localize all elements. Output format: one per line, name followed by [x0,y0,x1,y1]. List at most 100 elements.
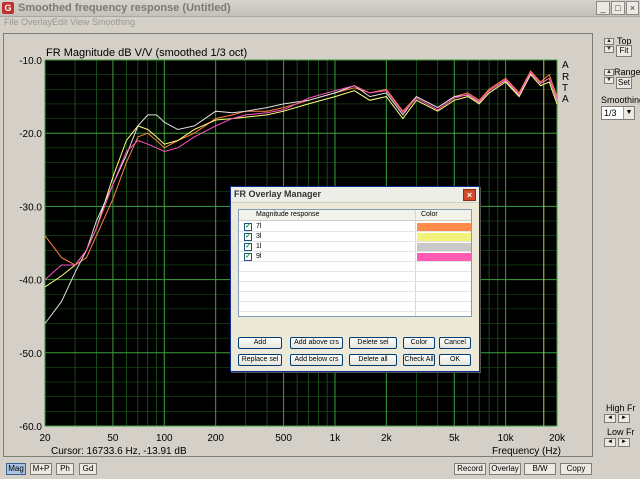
add-above-cursor-button[interactable]: Add above crs [290,337,343,349]
add-below-cursor-button[interactable]: Add below crs [290,354,343,366]
x-tick-label: 20 [39,433,51,444]
overlay-checkbox[interactable]: ✓ [244,253,252,261]
color-button[interactable]: Color [403,337,435,349]
smoothing-label: Smoothing [601,95,640,105]
phase-button[interactable]: Ph [56,463,74,475]
list-item [239,272,471,282]
minimize-button[interactable]: _ [596,1,610,15]
range-down-spinner[interactable]: ▼ [604,77,614,84]
delete-selected-button[interactable]: Delete sel [349,337,397,349]
top-down-spinner[interactable]: ▼ [604,46,614,53]
x-tick-label: 1k [330,433,342,444]
dialog-close-button[interactable]: × [463,189,476,201]
low-fr-label: Low Fr [607,427,635,437]
smoothing-value: 1/3 [604,108,617,118]
menu-smoothing[interactable]: Smoothing [92,17,135,27]
check-all-button[interactable]: Check All [403,354,435,366]
overlay-checkbox[interactable]: ✓ [244,233,252,241]
arta-letter: R [562,72,569,83]
y-tick-label: -10.0 [19,56,42,67]
arta-letter: A [562,60,569,71]
list-item [239,292,471,302]
mag-button[interactable]: Mag [6,463,26,475]
top-up-spinner[interactable]: ▲ [604,38,614,45]
color-swatch[interactable] [417,253,471,261]
group-delay-button[interactable]: Gd [79,463,97,475]
y-tick-label: -30.0 [19,202,42,213]
range-up-spinner[interactable]: ▲ [604,69,614,76]
x-tick-label: 5k [449,433,461,444]
menu-view[interactable]: View [70,17,89,27]
x-tick-label: 20k [549,433,566,444]
list-item [239,302,471,312]
x-tick-label: 2k [381,433,393,444]
column-header-magnitude[interactable]: Magnitude response [256,211,319,218]
list-item[interactable]: ✓ 9l [239,252,471,262]
window-title: Smoothed frequency response (Untitled) [18,2,231,14]
app-window: G Smoothed frequency response (Untitled)… [0,0,640,479]
list-item [239,262,471,272]
list-header: Magnitude response Color [239,210,471,221]
cursor-readout: Cursor: 16733.6 Hz, -13.91 dB [51,446,187,457]
overlay-list: Magnitude response Color ✓ 7l ✓ 3l ✓ 1l ✓ 9l [238,209,472,317]
menu-edit[interactable]: Edit [52,17,68,27]
color-swatch[interactable] [417,243,471,251]
dialog-title: FR Overlay Manager [234,189,322,199]
list-item[interactable]: ✓ 7l [239,222,471,232]
high-fr-right-button[interactable]: ► [618,414,630,423]
overlay-checkbox[interactable]: ✓ [244,223,252,231]
y-tick-label: -40.0 [19,276,42,287]
arta-letter: T [562,83,568,94]
set-button[interactable]: Set [616,77,632,89]
high-fr-label: High Fr [606,403,636,413]
menu-overlay[interactable]: Overlay [21,17,52,27]
range-label: Range [614,67,640,77]
overlay-name: 7l [256,223,262,230]
close-button[interactable]: × [626,1,639,15]
low-fr-left-button[interactable]: ◄ [604,438,616,447]
chevron-down-icon: ▼ [623,107,634,119]
add-button[interactable]: Add [238,337,282,349]
list-item[interactable]: ✓ 3l [239,232,471,242]
ok-button[interactable]: OK [439,354,471,366]
x-axis-label: Frequency (Hz) [492,446,561,457]
fit-button[interactable]: Fit [616,45,632,57]
color-swatch[interactable] [417,233,471,241]
arta-app-icon: G [2,2,14,14]
overlay-manager-dialog: FR Overlay Manager × Magnitude response … [230,186,480,372]
overlay-name: 1l [256,243,262,250]
list-item [239,282,471,292]
x-tick-label: 50 [107,433,119,444]
chart-title: FR Magnitude dB V/V (smoothed 1/3 oct) [46,47,247,59]
column-header-color[interactable]: Color [421,211,438,218]
x-tick-label: 100 [156,433,173,444]
bw-button[interactable]: B/W [524,463,556,475]
menu-file[interactable]: File [4,17,19,27]
x-tick-label: 10k [498,433,515,444]
cancel-button[interactable]: Cancel [439,337,471,349]
overlay-name: 9l [256,253,262,260]
high-fr-left-button[interactable]: ◄ [604,414,616,423]
maximize-button[interactable]: □ [611,1,625,15]
dialog-title-bar: FR Overlay Manager × [231,187,479,203]
smoothing-select[interactable]: 1/3 ▼ [601,106,635,120]
y-tick-label: -60.0 [19,422,42,433]
x-tick-label: 500 [275,433,292,444]
overlay-checkbox[interactable]: ✓ [244,243,252,251]
y-tick-label: -20.0 [19,129,42,140]
title-bar: G Smoothed frequency response (Untitled)… [0,0,640,17]
menu-bar: File Overlay Edit View Smoothing [0,17,640,29]
delete-all-button[interactable]: Delete all [349,354,397,366]
x-tick-label: 200 [207,433,224,444]
record-button[interactable]: Record [454,463,486,475]
color-swatch[interactable] [417,223,471,231]
replace-selected-button[interactable]: Replace sel [238,354,282,366]
copy-button[interactable]: Copy [560,463,592,475]
list-item[interactable]: ✓ 1l [239,242,471,252]
y-tick-label: -50.0 [19,349,42,360]
low-fr-right-button[interactable]: ► [618,438,630,447]
mp-button[interactable]: M+P [30,463,52,475]
overlay-button[interactable]: Overlay [489,463,521,475]
arta-letter: A [562,94,569,105]
overlay-name: 3l [256,233,262,240]
